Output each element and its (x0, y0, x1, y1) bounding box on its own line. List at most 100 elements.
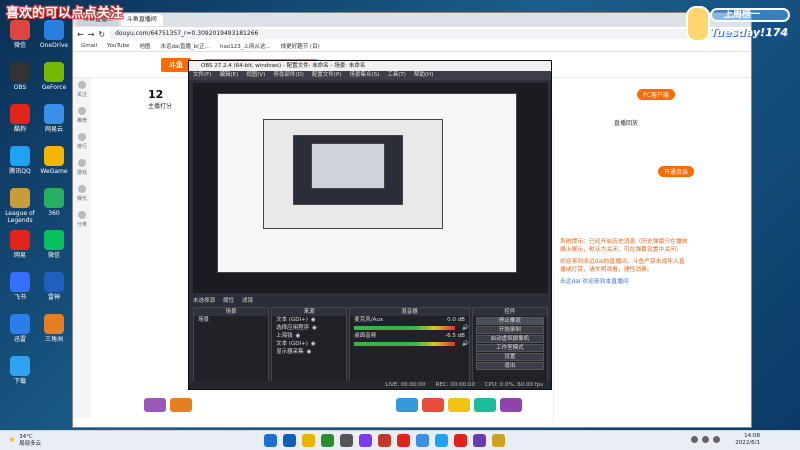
desktop-icon[interactable]: 雷神 (36, 272, 72, 301)
weather-widget[interactable]: ☀ 34°C 局部多云 (8, 434, 41, 448)
desktop-icon[interactable]: 微信 (36, 230, 72, 259)
desktop-icon[interactable]: 网易 (2, 230, 38, 259)
battery-icon[interactable] (713, 436, 720, 443)
obs-menu-item[interactable]: 停靠部件(D) (273, 71, 304, 80)
gift-item[interactable] (448, 398, 470, 412)
desktop-icon[interactable]: 酷狗 (2, 104, 38, 133)
obs-menu-item[interactable]: 帮助(H) (414, 71, 433, 80)
desktop-icon[interactable]: OBS (2, 62, 38, 91)
pc-client-button[interactable]: PC客户端 (637, 89, 675, 100)
taskbar-app-icon[interactable] (397, 434, 410, 447)
gift-item[interactable] (396, 398, 418, 412)
taskbar-app-icon[interactable] (302, 434, 315, 447)
gift-item[interactable] (474, 398, 496, 412)
site-nav-item[interactable]: 关注 (73, 78, 91, 104)
gift-item[interactable] (170, 398, 192, 412)
desktop-icon[interactable]: 三角洲 (36, 314, 72, 343)
bookmark-link[interactable]: YouTube (107, 43, 129, 49)
douyu-logo[interactable]: 斗鱼 (161, 57, 191, 72)
app-icon (10, 62, 30, 82)
gift-item[interactable] (422, 398, 444, 412)
bookmark-link[interactable]: 地图 (139, 42, 150, 50)
gift-item[interactable] (500, 398, 522, 412)
source-item[interactable]: 选择应用程序 ◉ (272, 324, 346, 332)
bookmark-link[interactable]: Gmail (81, 43, 97, 49)
desktop-icon[interactable]: OneDrive (36, 20, 72, 49)
app-icon (44, 62, 64, 82)
speaker-icon[interactable]: 🔊 (462, 340, 469, 348)
gift-item[interactable] (144, 398, 166, 412)
desktop-icon[interactable]: 飞书 (2, 272, 38, 301)
visibility-icon[interactable]: ◉ (312, 324, 317, 332)
reload-icon[interactable]: ↻ (98, 30, 105, 39)
taskbar-app-icon[interactable] (340, 434, 353, 447)
visibility-icon[interactable]: ◉ (311, 340, 316, 348)
site-nav-item[interactable]: 娱乐 (73, 182, 91, 208)
filters-button[interactable]: 滤镜 (242, 296, 253, 304)
desktop-icon[interactable]: WeGame (36, 146, 72, 175)
obs-control-button[interactable]: 设置 (475, 353, 544, 361)
taskbar-app-icon[interactable] (378, 434, 391, 447)
taskbar-app-icon[interactable] (283, 434, 296, 447)
taskbar-app-icon[interactable] (264, 434, 277, 447)
rank-badge: 上周榜一 Tuesday!174 (686, 4, 796, 46)
site-nav-item[interactable]: 推荐 (73, 104, 91, 130)
volume-icon[interactable] (702, 436, 709, 443)
source-item[interactable]: 上海钱 ◉ (272, 332, 346, 340)
source-label: 文本 (GDI+) (276, 341, 308, 347)
desktop-icon[interactable]: 腾讯QQ (2, 146, 38, 175)
desktop-icon[interactable]: League of Legends (2, 188, 38, 224)
site-nav-item[interactable]: 分类 (73, 208, 91, 234)
taskbar-app-icon[interactable] (492, 434, 505, 447)
source-item[interactable]: 显示器采集 ◉ (272, 348, 346, 356)
back-icon[interactable]: ← (77, 30, 84, 39)
obs-menu-item[interactable]: 场景集合(S) (349, 71, 379, 80)
clock[interactable]: 14:08 2022/6/1 (735, 433, 760, 447)
obs-menu-item[interactable]: 文件(F) (193, 71, 211, 80)
volume-meter[interactable] (354, 326, 455, 330)
taskbar-app-icon[interactable] (435, 434, 448, 447)
site-nav-item[interactable]: 游戏 (73, 156, 91, 182)
taskbar-app-icon[interactable] (359, 434, 372, 447)
obs-menu-item[interactable]: 视图(V) (246, 71, 265, 80)
desktop-icon[interactable]: GeForce (36, 62, 72, 91)
obs-menu-item[interactable]: 工具(T) (387, 71, 406, 80)
forward-icon[interactable]: → (88, 30, 95, 39)
bookmark-link[interactable]: 永远dai直播_b(正... (160, 42, 210, 50)
source-item[interactable]: 文本 (GDI+) ◉ (272, 316, 346, 324)
obs-preview[interactable] (193, 83, 548, 293)
taskbar-app-icon[interactable] (454, 434, 467, 447)
desktop-icon[interactable]: 360 (36, 188, 72, 217)
visibility-icon[interactable]: ◉ (311, 316, 316, 324)
visibility-icon[interactable]: ◉ (296, 332, 301, 340)
volume-meter[interactable] (354, 342, 455, 346)
desktop-icon[interactable]: 下载 (2, 356, 38, 385)
desktop-icon[interactable]: 迅雷 (2, 314, 38, 343)
obs-control-button[interactable]: 启动虚拟摄像机 (475, 335, 544, 343)
bookmark-link[interactable]: hao123_上网从这... (220, 42, 271, 50)
obs-control-button[interactable]: 退出 (475, 362, 544, 370)
desktop-icon[interactable]: 微信 (2, 20, 38, 49)
obs-menu-item[interactable]: 编辑(E) (219, 71, 238, 80)
obs-control-button[interactable]: 停止推流 (475, 317, 544, 325)
desktop-icon-label: 腾讯QQ (9, 168, 31, 175)
taskbar-app-icon[interactable] (473, 434, 486, 447)
obs-control-button[interactable]: 开始录制 (475, 326, 544, 334)
taskbar-app-icon[interactable] (416, 434, 429, 447)
taskbar-app-icon[interactable] (321, 434, 334, 447)
visibility-icon[interactable]: ◉ (307, 348, 312, 356)
properties-button[interactable]: 属性 (223, 296, 234, 304)
obs-menu-item[interactable]: 配置文件(P) (312, 71, 342, 80)
url-input[interactable]: douyu.com/64751357_r=0.3092019493181266 (109, 29, 747, 39)
noble-button[interactable]: 开通贵族 (658, 166, 695, 177)
clock-date: 2022/6/1 (735, 440, 760, 446)
app-icon (44, 272, 64, 292)
bookmark-link[interactable]: 体更好趣节 (目) (281, 42, 320, 50)
source-item[interactable]: 文本 (GDI+) ◉ (272, 340, 346, 348)
obs-control-button[interactable]: 工作室模式 (475, 344, 544, 352)
site-nav-item[interactable]: 排行 (73, 130, 91, 156)
desktop-icon[interactable]: 网易云 (36, 104, 72, 133)
scene-item[interactable]: 场景 (194, 316, 268, 324)
wifi-icon[interactable] (691, 436, 698, 443)
speaker-icon[interactable]: 🔊 (462, 324, 469, 332)
